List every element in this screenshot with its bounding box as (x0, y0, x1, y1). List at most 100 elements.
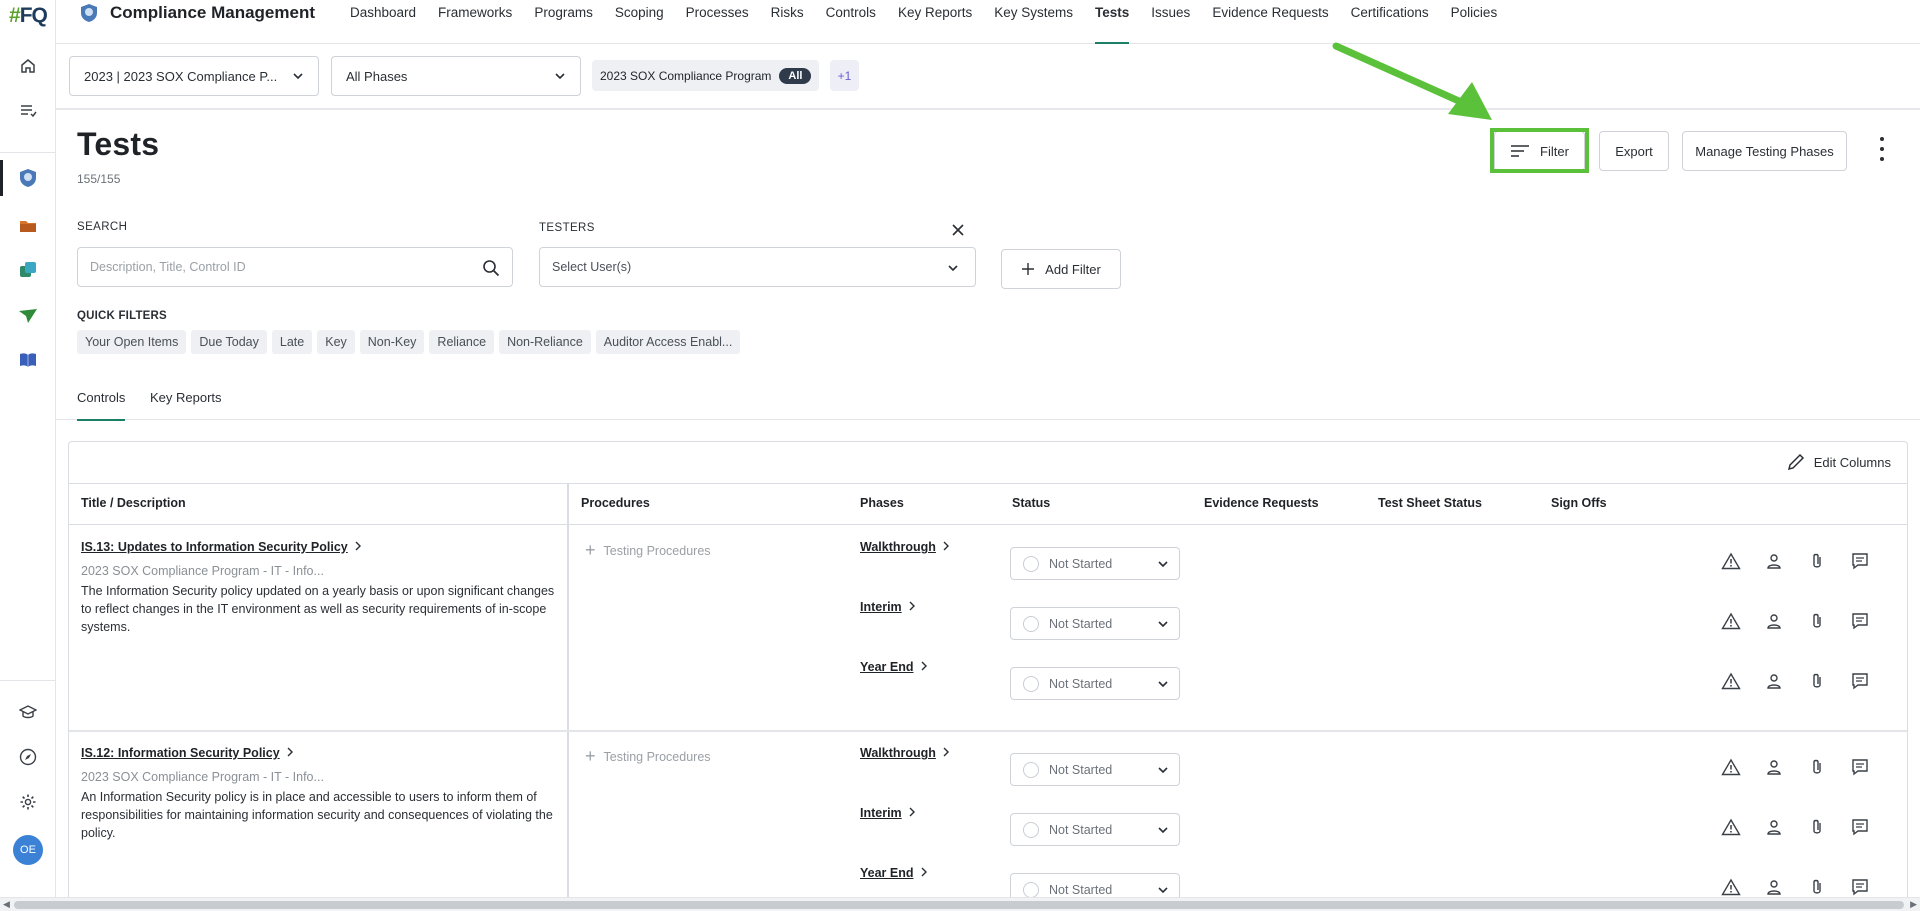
control-title-link[interactable]: IS.12: Information Security Policy (81, 746, 294, 760)
quick-filters: Your Open Items Due Today Late Key Non-Key Re… (77, 330, 741, 354)
status-value: Not Started (1049, 616, 1113, 631)
phase-link[interactable]: Walkthrough (860, 540, 950, 554)
manage-testing-phases-button[interactable]: Manage Testing Phases (1682, 131, 1847, 171)
scrollbar-thumb[interactable] (14, 901, 1904, 909)
phase-link[interactable]: Walkthrough (860, 746, 950, 760)
tab-controls[interactable]: Controls (77, 390, 126, 421)
quick-filter-chip[interactable]: Reliance (429, 330, 495, 354)
phase-link[interactable]: Interim (860, 806, 916, 820)
folder-icon[interactable] (14, 212, 42, 240)
attachment-icon[interactable] (1806, 610, 1827, 631)
status-select[interactable]: Not Started (1010, 813, 1180, 846)
status-select[interactable]: Not Started (1010, 607, 1180, 640)
quick-filter-chip[interactable]: Your Open Items (77, 330, 187, 354)
quick-filter-chip[interactable]: Auditor Access Enabl... (595, 330, 741, 354)
nav-item-issues[interactable]: Issues (1140, 0, 1201, 44)
status-select[interactable]: Not Started (1010, 547, 1180, 580)
status-circle-icon (1023, 555, 1039, 572)
user-avatar[interactable]: OE (13, 835, 43, 865)
phase-link[interactable]: Interim (860, 600, 916, 614)
add-filter-button[interactable]: Add Filter (1001, 249, 1121, 289)
sync-icon[interactable] (14, 256, 42, 284)
quick-filters-label: QUICK FILTERS (77, 310, 167, 322)
user-icon[interactable] (1763, 670, 1784, 691)
warning-icon[interactable] (1720, 816, 1741, 837)
status-select[interactable]: Not Started (1010, 753, 1180, 786)
phase-select[interactable]: All Phases (331, 56, 581, 96)
attachment-icon[interactable] (1806, 816, 1827, 837)
status-circle-icon (1023, 615, 1039, 632)
gear-icon[interactable] (14, 788, 42, 816)
nav-item-programs[interactable]: Programs (523, 0, 604, 44)
warning-icon[interactable] (1720, 610, 1741, 631)
user-icon[interactable] (1763, 816, 1784, 837)
more-programs-chip[interactable]: +1 (830, 60, 859, 91)
quick-filter-chip[interactable]: Non-Key (359, 330, 425, 354)
status-value: Not Started (1049, 882, 1113, 897)
attachment-icon[interactable] (1806, 550, 1827, 571)
search-icon[interactable] (482, 259, 500, 277)
attachment-icon[interactable] (1806, 756, 1827, 777)
control-title-link[interactable]: IS.13: Updates to Information Security P… (81, 540, 362, 554)
status-circle-icon (1023, 881, 1039, 898)
user-icon[interactable] (1763, 756, 1784, 777)
phase-link[interactable]: Year End (860, 866, 928, 880)
nav-item-key-reports[interactable]: Key Reports (887, 0, 983, 44)
send-icon[interactable] (14, 302, 42, 330)
home-icon[interactable] (14, 52, 42, 80)
comment-icon[interactable] (1849, 610, 1870, 631)
task-list-icon[interactable] (14, 96, 42, 124)
user-icon[interactable] (1763, 876, 1784, 897)
warning-icon[interactable] (1720, 550, 1741, 571)
attachment-icon[interactable] (1806, 670, 1827, 691)
brand[interactable]: Compliance Management (78, 0, 315, 26)
nav-item-scoping[interactable]: Scoping (604, 0, 675, 44)
warning-icon[interactable] (1720, 670, 1741, 691)
quick-filter-chip[interactable]: Key (317, 330, 355, 354)
quick-filter-chip[interactable]: Due Today (191, 330, 267, 354)
compliance-shield-icon[interactable] (14, 164, 42, 192)
comment-icon[interactable] (1849, 816, 1870, 837)
nav-item-dashboard[interactable]: Dashboard (339, 0, 427, 44)
warning-icon[interactable] (1720, 756, 1741, 777)
add-testing-procedures-button[interactable]: + Testing Procedures (585, 746, 711, 767)
user-icon[interactable] (1763, 550, 1784, 571)
book-icon[interactable] (14, 346, 42, 374)
context-bar: 2023 | 2023 SOX Compliance P... All Phas… (56, 44, 1920, 110)
nav-item-evidence-requests[interactable]: Evidence Requests (1201, 0, 1339, 44)
horizontal-scrollbar[interactable]: ◀ ▶ (0, 897, 1920, 911)
add-testing-procedures-button[interactable]: + Testing Procedures (585, 540, 711, 561)
testers-select[interactable]: Select User(s) (539, 247, 976, 287)
search-placeholder: Description, Title, Control ID (90, 260, 246, 274)
tab-key-reports[interactable]: Key Reports (150, 390, 222, 420)
nav-item-frameworks[interactable]: Frameworks (427, 0, 523, 44)
comment-icon[interactable] (1849, 756, 1870, 777)
user-icon[interactable] (1763, 610, 1784, 631)
status-select[interactable]: Not Started (1010, 667, 1180, 700)
export-button[interactable]: Export (1599, 131, 1669, 171)
app-logo[interactable]: #FQ (9, 4, 48, 28)
nav-item-tests[interactable]: Tests (1084, 0, 1140, 44)
nav-item-risks[interactable]: Risks (760, 0, 815, 44)
control-title: IS.12: Information Security Policy (81, 746, 280, 760)
program-chip[interactable]: 2023 SOX Compliance Program All (592, 60, 820, 91)
close-icon[interactable] (951, 223, 965, 237)
comment-icon[interactable] (1849, 670, 1870, 691)
compass-icon[interactable] (14, 743, 42, 771)
phase-link[interactable]: Year End (860, 660, 928, 674)
comment-icon[interactable] (1849, 876, 1870, 897)
edit-columns-button[interactable]: Edit Columns (1786, 452, 1891, 472)
quick-filter-chip[interactable]: Late (271, 330, 313, 354)
control-description: The Information Security policy updated … (81, 584, 555, 634)
program-select[interactable]: 2023 | 2023 SOX Compliance P... (69, 56, 319, 96)
comment-icon[interactable] (1849, 550, 1870, 571)
nav-item-key-systems[interactable]: Key Systems (983, 0, 1084, 44)
more-options-icon[interactable] (1874, 137, 1890, 161)
learning-icon[interactable] (14, 698, 42, 726)
attachment-icon[interactable] (1806, 876, 1827, 897)
nav-item-controls[interactable]: Controls (815, 0, 887, 44)
nav-item-processes[interactable]: Processes (675, 0, 760, 44)
quick-filter-chip[interactable]: Non-Reliance (499, 330, 591, 354)
search-input[interactable]: Description, Title, Control ID (77, 247, 513, 287)
warning-icon[interactable] (1720, 876, 1741, 897)
